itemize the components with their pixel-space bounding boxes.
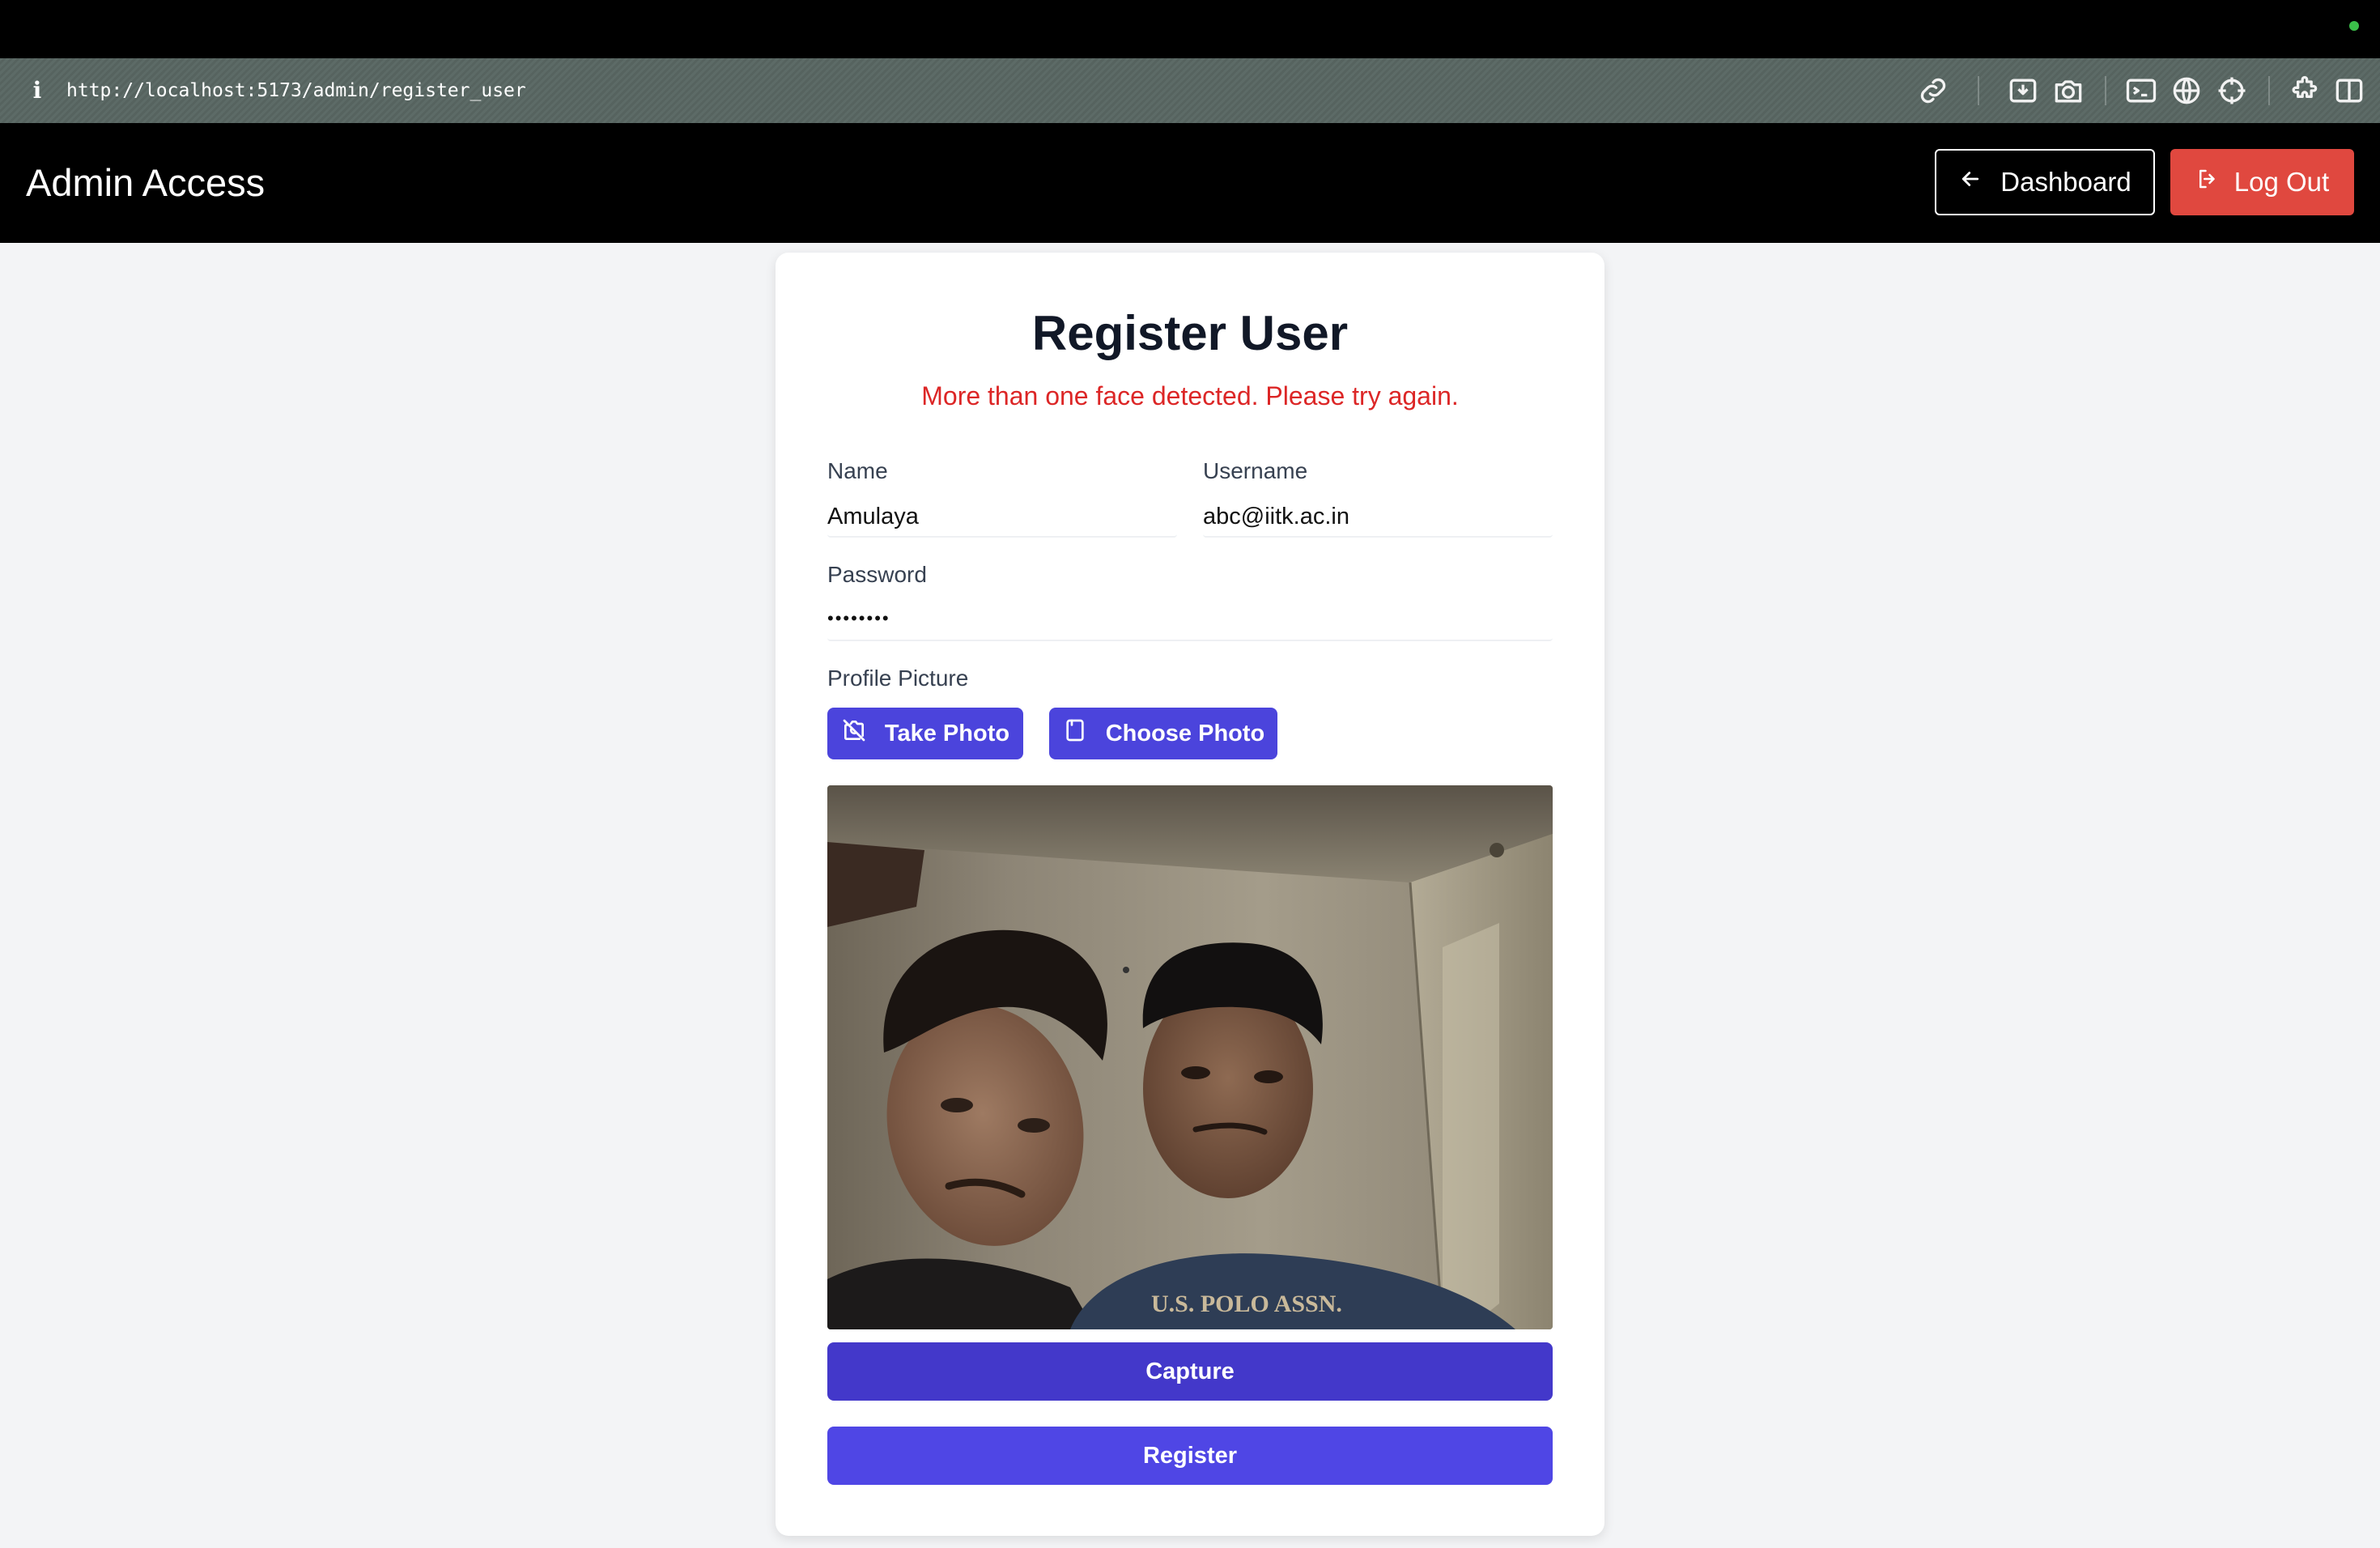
name-field[interactable]	[827, 497, 1177, 538]
sidebar-icon[interactable]	[2331, 73, 2367, 108]
logout-icon	[2195, 167, 2220, 198]
choose-photo-label: Choose Photo	[1105, 720, 1265, 746]
link-icon[interactable]	[1915, 73, 1951, 108]
capture-label: Capture	[1145, 1358, 1235, 1384]
camera-icon[interactable]	[2051, 73, 2086, 108]
arrow-left-icon	[1958, 167, 1983, 198]
browser-address-bar: i http://localhost:5173/admin/register_u…	[0, 58, 2380, 125]
dashboard-button[interactable]: Dashboard	[1935, 149, 2155, 215]
take-photo-button[interactable]: Take Photo	[827, 708, 1023, 759]
profile-picture-label: Profile Picture	[827, 666, 969, 691]
toolbar-divider	[2105, 76, 2106, 105]
toolbar-divider	[1978, 76, 1979, 105]
crosshair-icon[interactable]	[2214, 73, 2250, 108]
url-text[interactable]: http://localhost:5173/admin/register_use…	[66, 74, 526, 107]
download-icon[interactable]	[2005, 73, 2041, 108]
capture-button[interactable]: Capture	[827, 1342, 1553, 1401]
extensions-icon[interactable]	[2286, 73, 2322, 108]
take-photo-label: Take Photo	[884, 720, 1010, 746]
choose-photo-button[interactable]: Choose Photo	[1049, 708, 1277, 759]
globe-icon[interactable]	[2169, 73, 2204, 108]
camera-preview: U.S. POLO ASSN.	[827, 785, 1553, 1329]
password-field[interactable]: ••••••••	[827, 601, 1553, 641]
error-message: More than one face detected. Please try …	[921, 381, 1459, 410]
toolbar-divider	[2268, 76, 2270, 105]
username-field[interactable]	[1203, 497, 1553, 538]
password-label: Password	[827, 562, 927, 587]
file-icon	[1062, 717, 1088, 750]
logout-button[interactable]: Log Out	[2170, 149, 2354, 215]
camera-off-icon	[841, 717, 867, 750]
svg-text:U.S. POLO ASSN.: U.S. POLO ASSN.	[1151, 1291, 1342, 1317]
status-indicator	[2349, 21, 2359, 31]
register-label: Register	[1142, 1442, 1238, 1469]
app-header: Admin Access Dashboard Log Out	[0, 123, 2380, 243]
app-title: Admin Access	[26, 161, 266, 204]
register-user-card: Register User More than one face detecte…	[776, 253, 1604, 1536]
register-button[interactable]: Register	[827, 1427, 1553, 1485]
page-title: Register User	[1031, 306, 1349, 360]
name-label: Name	[827, 458, 888, 483]
site-info-icon[interactable]: i	[29, 74, 45, 107]
terminal-icon[interactable]	[2123, 73, 2159, 108]
system-top-bar	[0, 0, 2380, 58]
logout-label: Log Out	[2233, 167, 2330, 197]
username-label: Username	[1203, 458, 1308, 483]
dashboard-label: Dashboard	[2000, 167, 2131, 197]
